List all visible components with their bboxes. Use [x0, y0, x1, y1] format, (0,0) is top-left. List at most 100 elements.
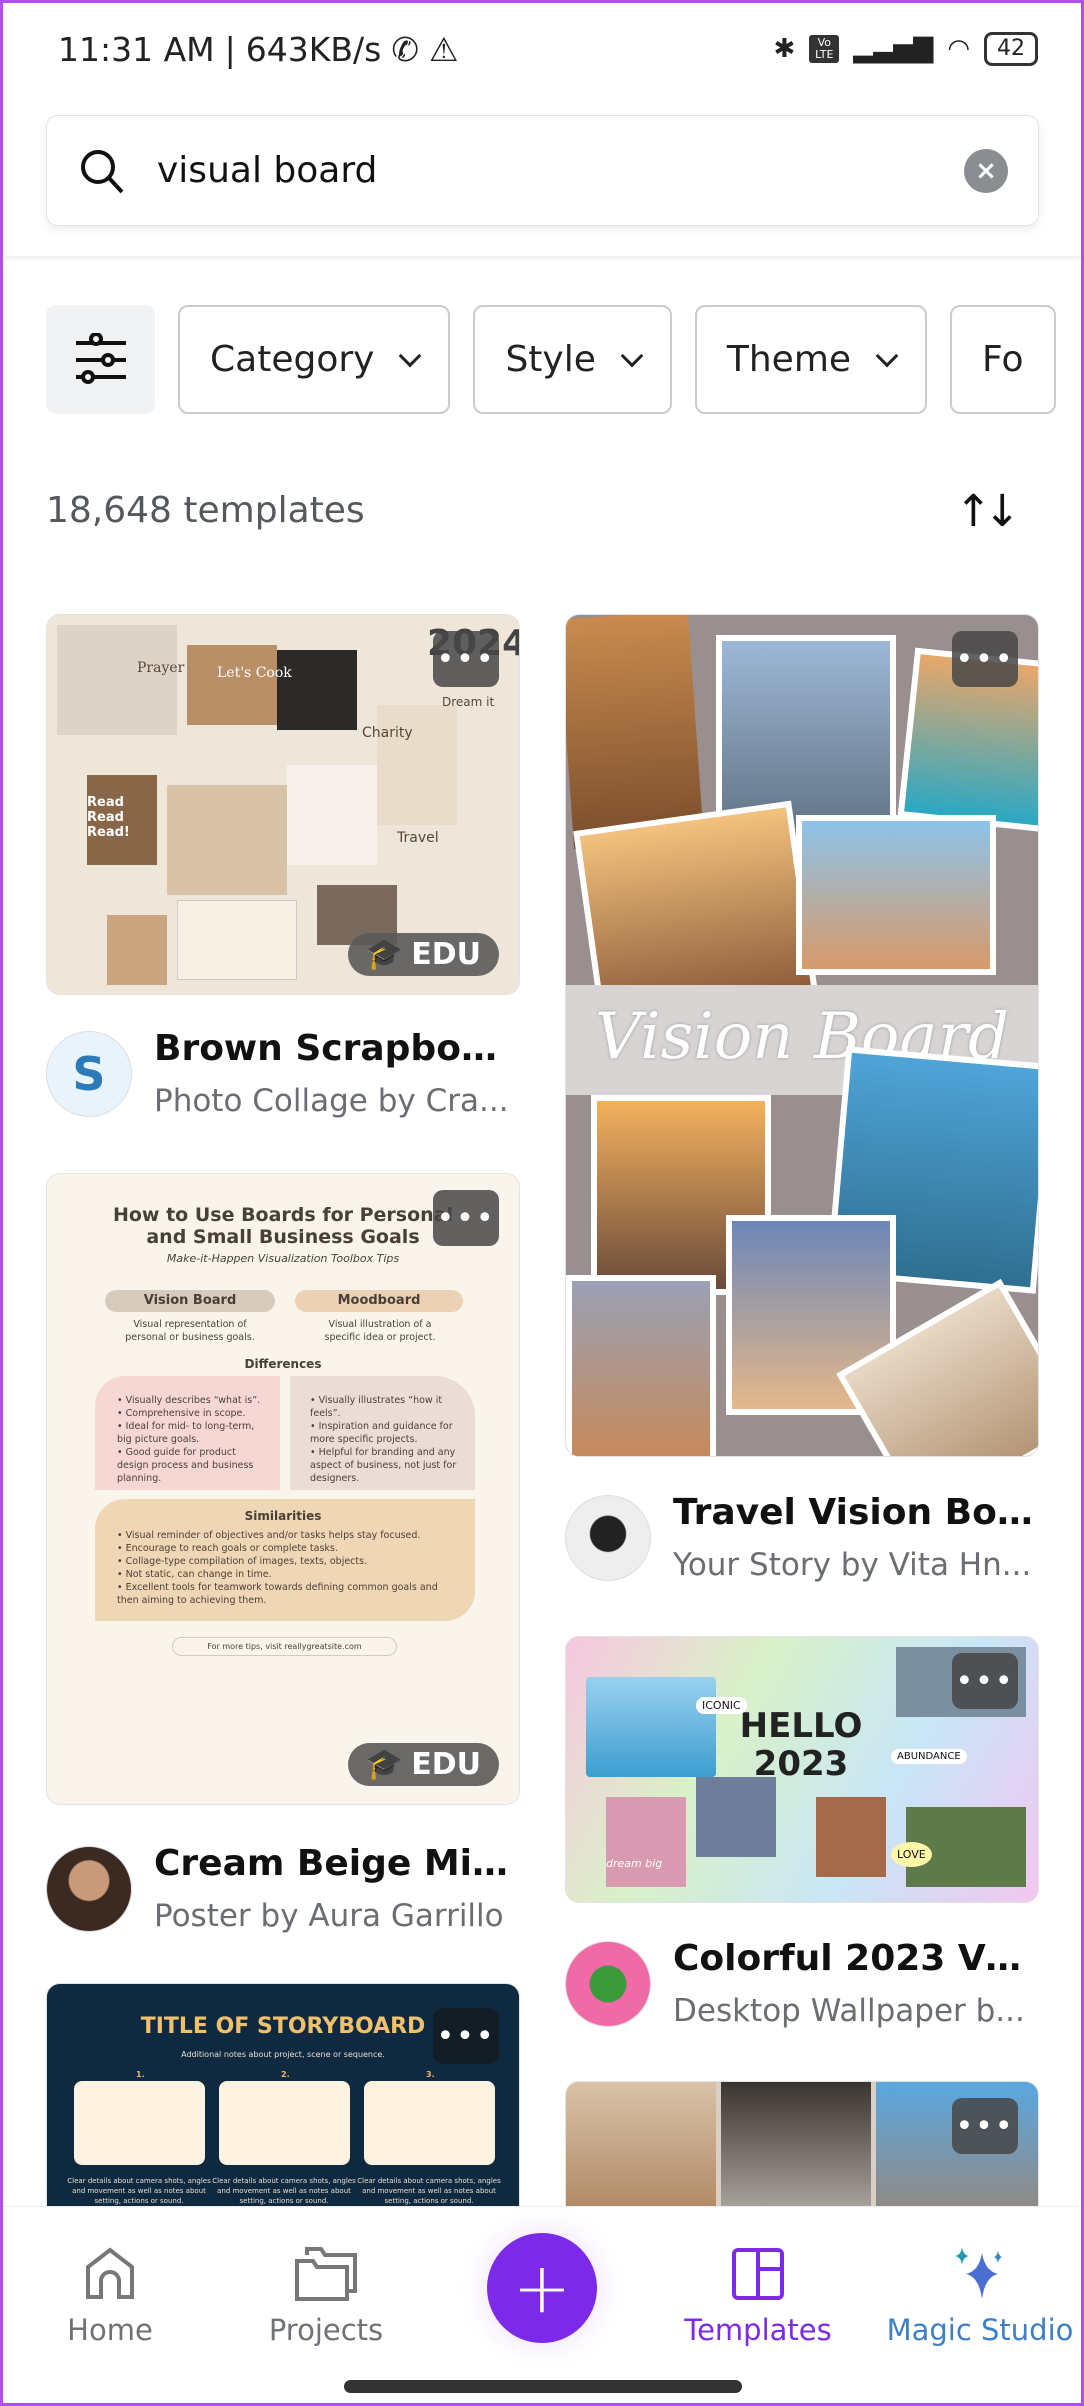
thumb-text: ABUNDANCE	[891, 1749, 967, 1764]
template-thumbnail[interactable]: Vision Board •••	[565, 614, 1039, 1457]
chevron-down-icon	[620, 344, 644, 367]
thumb-text: Clear details about camera shots, angles…	[212, 2177, 356, 2205]
clear-search-button[interactable]: ×	[964, 148, 1008, 193]
nav-label: Projects	[268, 2313, 384, 2347]
template-meta[interactable]: Travel Vision Boar... Your Story by Vita …	[565, 1492, 1033, 1583]
chevron-down-icon	[399, 344, 422, 367]
storyboard-frame	[219, 2081, 350, 2165]
filter-more[interactable]: Fo	[950, 305, 1056, 414]
nav-projects[interactable]: Projects	[236, 2247, 416, 2347]
more-options-button[interactable]: •••	[952, 2098, 1018, 2154]
chip-label: Theme	[726, 339, 852, 380]
sparkle-icon	[955, 2247, 1002, 2299]
status-time: 11:31 AM	[58, 30, 215, 69]
thumb-text: • Visual reminder of objectives and/or t…	[117, 1530, 438, 1606]
thumb-text: 2.	[281, 2070, 290, 2079]
template-thumbnail[interactable]: How to Use Boards for Personal and Small…	[46, 1173, 520, 1805]
result-count: 18,648 templates	[46, 490, 365, 531]
filter-category[interactable]: Category	[178, 305, 451, 414]
more-options-button[interactable]: •••	[433, 1190, 499, 1246]
more-options-button[interactable]: •••	[433, 2008, 499, 2064]
more-options-button[interactable]: •••	[433, 631, 499, 687]
thumb-text: ICONIC	[696, 1697, 747, 1714]
volte-icon: Vo LTE	[809, 35, 840, 63]
avatar	[565, 1940, 651, 2027]
status-icons: ✱ Vo LTE ▂▃▅▇ ◠ 42	[774, 32, 1038, 66]
thumb-text: Similarities	[244, 1509, 322, 1523]
whatsapp-icon: ✆	[391, 30, 419, 69]
templates-icon	[732, 2248, 784, 2300]
template-subtitle: Desktop Wallpaper b...	[673, 1993, 1025, 2029]
avatar	[46, 1845, 132, 1932]
template-subtitle: Your Story by Vita Hn...	[673, 1547, 1032, 1583]
thumb-text: Make-it-Happen Visualization Toolbox Tip…	[166, 1252, 400, 1265]
template-thumbnail[interactable]: 2024 Prayer Let's Cook Charity Read Read…	[46, 614, 520, 995]
thumb-text: Clear details about camera shots, angles…	[357, 2177, 501, 2205]
nav-label: Home	[67, 2313, 153, 2347]
nav-templates[interactable]: Templates	[668, 2247, 848, 2347]
folder-icon	[295, 2247, 357, 2301]
network-speed: 643KB/s	[245, 30, 382, 69]
bottom-navigation: Home Projects + Templates Magic Studio	[0, 2206, 1084, 2406]
template-title: Cream Beige Mini...	[154, 1843, 514, 1884]
thumb-text: Travel	[397, 830, 439, 846]
template-meta[interactable]: S Brown Scrapbook... Photo Collage by Cra…	[46, 1028, 514, 1119]
thumb-text: Charity	[362, 725, 413, 741]
template-thumbnail[interactable]: HELLO 2023 ICONIC ABUNDANCE LOVE dream b…	[565, 1636, 1039, 1903]
thumb-text: Read Read Read!	[87, 795, 130, 840]
storyboard-frame	[364, 2081, 495, 2165]
nav-home[interactable]: Home	[20, 2247, 200, 2347]
filter-style[interactable]: Style	[473, 305, 672, 414]
template-title: Travel Vision Boar...	[673, 1492, 1033, 1533]
graduation-cap-icon: 🎓	[365, 1747, 404, 1782]
thumb-text: Let's Cook	[217, 665, 292, 681]
home-icon	[86, 2247, 134, 2299]
template-subtitle: Photo Collage by Cra...	[154, 1083, 509, 1119]
header-divider	[0, 256, 1084, 262]
filter-row: Category Style Theme Fo	[46, 305, 1084, 414]
avatar: S	[46, 1030, 132, 1117]
thumb-text: LOVE	[891, 1842, 932, 1867]
template-title: Brown Scrapbook...	[154, 1028, 514, 1069]
thumb-text: Moodboard	[295, 1290, 463, 1312]
avatar	[565, 1494, 651, 1581]
chevron-down-icon	[875, 344, 899, 367]
thumb-text: Visual illustration of a specific idea o…	[324, 1319, 436, 1343]
search-icon	[81, 149, 124, 193]
edu-label: EDU	[411, 937, 481, 972]
chip-label: Style	[505, 339, 596, 380]
nav-magic-studio[interactable]: Magic Studio	[885, 2247, 1075, 2347]
battery-indicator: 42	[984, 32, 1038, 66]
separator: |	[224, 30, 236, 69]
graduation-cap-icon: 🎓	[365, 937, 404, 972]
create-button[interactable]: +	[487, 2233, 597, 2343]
bluetooth-icon: ✱	[773, 34, 796, 64]
thumb-text: Prayer	[137, 660, 185, 676]
template-meta[interactable]: Cream Beige Mini... Poster by Aura Garril…	[46, 1843, 514, 1934]
sort-icon[interactable]: ↑↓	[955, 486, 1021, 537]
thumb-text: For more tips, visit reallygreatsite.com	[172, 1637, 397, 1656]
wifi-icon: ◠	[947, 34, 970, 64]
storyboard-frame	[74, 2081, 205, 2165]
edu-badge: 🎓 EDU	[347, 933, 499, 976]
thumb-text: 3.	[426, 2070, 435, 2079]
thumb-text: Clear details about camera shots, angles…	[67, 2177, 211, 2205]
search-input[interactable]: visual board	[157, 150, 964, 191]
nav-label: Templates	[684, 2313, 832, 2347]
thumb-text: Visual representation of personal or bus…	[125, 1319, 255, 1343]
thumb-text: Vision Board	[105, 1290, 275, 1312]
thumb-text: 1.	[136, 2070, 145, 2079]
filter-theme[interactable]: Theme	[694, 305, 928, 414]
thumb-text: • Visually describes “what is”. • Compre…	[95, 1376, 280, 1490]
template-meta[interactable]: Colorful 2023 Visi... Desktop Wallpaper b…	[565, 1938, 1033, 2029]
filter-settings-button[interactable]	[46, 305, 155, 414]
search-bar[interactable]: visual board ×	[46, 115, 1039, 226]
thumb-text: dream big	[606, 1857, 663, 1870]
warning-icon: ⚠	[429, 30, 459, 69]
more-options-button[interactable]: •••	[952, 1653, 1018, 1709]
template-subtitle: Poster by Aura Garrillo	[154, 1898, 504, 1934]
chip-label: Category	[210, 339, 375, 380]
nav-label: Magic Studio	[886, 2313, 1074, 2347]
more-options-button[interactable]: •••	[952, 631, 1018, 687]
gesture-bar[interactable]	[344, 2380, 742, 2393]
